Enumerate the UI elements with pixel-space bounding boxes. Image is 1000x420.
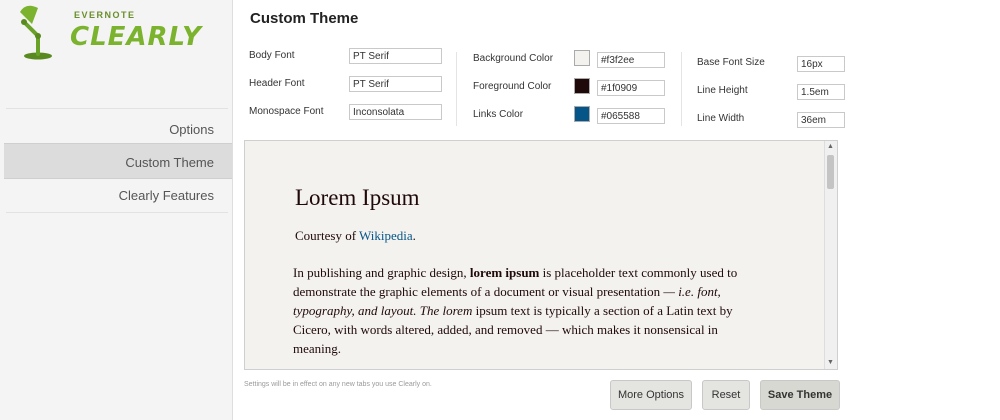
page-title: Custom Theme [250, 10, 359, 27]
background-color-swatch[interactable] [574, 50, 590, 66]
sidebar-item-options[interactable]: Options [4, 122, 214, 137]
foreground-color-swatch[interactable] [574, 78, 590, 94]
preview-paragraph-bold: lorem ipsum [469, 265, 540, 280]
column-divider [456, 52, 457, 126]
line-height-label: Line Height [697, 85, 748, 96]
links-color-swatch[interactable] [574, 106, 590, 122]
settings-footnote: Settings will be in effect on any new ta… [244, 381, 432, 388]
evernote-clearly-logo: EVERNOTE CLEARLY [20, 4, 212, 64]
preview-title: Lorem Ipsum [295, 185, 420, 210]
links-color-label: Links Color [473, 109, 524, 120]
line-width-label: Line Width [697, 113, 745, 124]
base-font-size-label: Base Font Size [697, 57, 765, 68]
preview-scrollbar[interactable]: ▲ ▼ [824, 141, 837, 369]
scroll-down-arrow-icon[interactable]: ▼ [827, 359, 834, 366]
scrollbar-thumb[interactable] [827, 155, 834, 189]
body-font-input[interactable] [349, 48, 442, 64]
preview-courtesy-suffix: . [412, 228, 416, 243]
body-font-label: Body Font [249, 50, 295, 61]
header-font-label: Header Font [249, 78, 305, 89]
nav-divider [6, 212, 228, 213]
foreground-color-input[interactable] [597, 80, 665, 96]
preview-courtesy-line: Courtesy of Wikipedia. [295, 228, 416, 244]
save-theme-button[interactable]: Save Theme [760, 380, 840, 410]
brand-clearly-text: CLEARLY [70, 22, 202, 52]
foreground-color-label: Foreground Color [473, 81, 552, 92]
base-font-size-input[interactable] [797, 56, 845, 72]
background-color-label: Background Color [473, 53, 554, 64]
reset-button[interactable]: Reset [702, 380, 750, 410]
theme-preview-pane[interactable]: Lorem Ipsum Courtesy of Wikipedia. In pu… [244, 140, 838, 370]
line-width-input[interactable] [797, 112, 845, 128]
sidebar: EVERNOTE CLEARLY Options Custom Theme Cl… [0, 0, 233, 420]
line-height-input[interactable] [797, 84, 845, 100]
preview-paragraph-text: In publishing and graphic design, [293, 265, 470, 280]
monospace-font-input[interactable] [349, 104, 442, 120]
background-color-input[interactable] [597, 52, 665, 68]
sidebar-item-clearly-features[interactable]: Clearly Features [4, 188, 214, 203]
column-divider [681, 52, 682, 126]
scroll-up-arrow-icon[interactable]: ▲ [827, 143, 834, 150]
preview-courtesy-prefix: Courtesy of [295, 228, 360, 243]
preview-paragraph: In publishing and graphic design, lorem … [293, 263, 753, 358]
links-color-input[interactable] [597, 108, 665, 124]
nav-divider [6, 108, 228, 109]
sidebar-item-custom-theme[interactable]: Custom Theme [4, 155, 214, 170]
preview-wikipedia-link[interactable]: Wikipedia [359, 228, 413, 243]
monospace-font-label: Monospace Font [249, 106, 324, 117]
brand-evernote-text: EVERNOTE [74, 10, 136, 20]
lamp-icon [20, 5, 52, 60]
header-font-input[interactable] [349, 76, 442, 92]
more-options-button[interactable]: More Options [610, 380, 692, 410]
